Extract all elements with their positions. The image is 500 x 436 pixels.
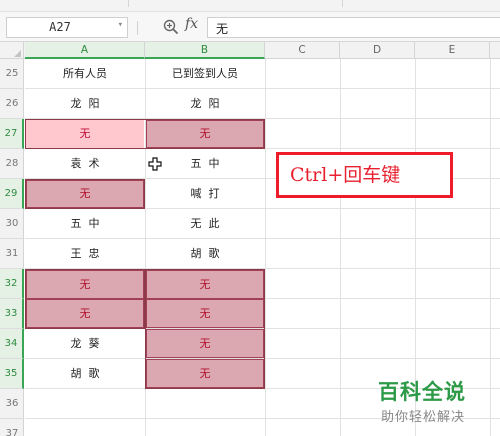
row-header-34[interactable]: 34	[0, 329, 24, 359]
watermark-title: 百科全说	[378, 380, 466, 404]
toolbar-separator	[342, 0, 343, 7]
row-header-column: 25 26 27 28 29 30 31 32 33 34 35 36 37	[0, 59, 24, 436]
cell-b28[interactable]: 五 中	[145, 149, 265, 179]
shortcut-annotation: Ctrl+回车键	[276, 152, 453, 198]
row-header-29[interactable]: 29	[0, 179, 24, 209]
cell-b30[interactable]: 无 此	[145, 209, 265, 239]
cell-b34[interactable]: 无	[146, 329, 264, 358]
row-header-32[interactable]: 32	[0, 269, 24, 299]
select-all-corner[interactable]	[0, 42, 24, 59]
cell-b32[interactable]: 无	[146, 270, 264, 299]
cell-b27[interactable]: 无	[146, 120, 264, 148]
cell-a31[interactable]: 王 忠	[25, 239, 145, 269]
cell-b33[interactable]: 无	[146, 299, 264, 328]
cell-a32[interactable]: 无	[26, 270, 144, 299]
row-header-33[interactable]: 33	[0, 299, 24, 329]
cell-b35[interactable]: 无	[146, 359, 264, 388]
formula-bar: A27 ▾ fx 无	[0, 12, 500, 42]
cell-a35[interactable]: 胡 歌	[25, 359, 145, 389]
cell-cursor-icon	[148, 157, 162, 171]
row-header-26[interactable]: 26	[0, 89, 24, 119]
column-header-d[interactable]: D	[340, 42, 415, 59]
cell-a28[interactable]: 袁 术	[25, 149, 145, 179]
toolbar-strip	[0, 0, 500, 12]
cell-a26[interactable]: 龙 阳	[25, 89, 145, 119]
cell-b29[interactable]: 喊 打	[145, 179, 265, 209]
cell-a29[interactable]: 无	[26, 180, 144, 208]
row-header-28[interactable]: 28	[0, 149, 24, 179]
cell-b31[interactable]: 胡 歌	[145, 239, 265, 269]
cell-b26[interactable]: 龙 阳	[145, 89, 265, 119]
toolbar-separator	[128, 0, 129, 7]
zoom-icon[interactable]	[162, 18, 180, 36]
formula-bar-divider	[137, 21, 138, 35]
watermark-subtitle: 助你轻松解决	[381, 410, 466, 425]
formula-input[interactable]: 无	[207, 17, 500, 38]
cell-a34[interactable]: 龙 葵	[25, 329, 145, 359]
cell-a30[interactable]: 五 中	[25, 209, 145, 239]
column-header-c[interactable]: C	[265, 42, 340, 59]
name-box[interactable]: A27 ▾	[6, 17, 128, 38]
row-header-37[interactable]: 37	[0, 419, 24, 436]
column-header-a[interactable]: A	[25, 42, 145, 59]
cell-a25[interactable]: 所有人员	[25, 59, 145, 89]
column-header-row: A B C D E	[0, 42, 500, 59]
grid-line	[490, 59, 491, 436]
grid-line	[340, 59, 341, 436]
fx-icon[interactable]: fx	[185, 16, 198, 32]
grid-line	[265, 59, 266, 436]
row-header-35[interactable]: 35	[0, 359, 24, 389]
column-header-e[interactable]: E	[415, 42, 490, 59]
name-box-value: A27	[49, 20, 71, 34]
cell-a33[interactable]: 无	[26, 299, 144, 328]
cell-b25[interactable]: 已到签到人员	[145, 59, 265, 89]
column-header-b[interactable]: B	[145, 42, 265, 59]
row-header-36[interactable]: 36	[0, 389, 24, 419]
row-header-31[interactable]: 31	[0, 239, 24, 269]
chevron-down-icon[interactable]: ▾	[118, 20, 123, 30]
row-header-30[interactable]: 30	[0, 209, 24, 239]
row-header-27[interactable]: 27	[0, 119, 24, 149]
cell-a27[interactable]: 无	[26, 120, 144, 148]
row-header-25[interactable]: 25	[0, 59, 24, 89]
